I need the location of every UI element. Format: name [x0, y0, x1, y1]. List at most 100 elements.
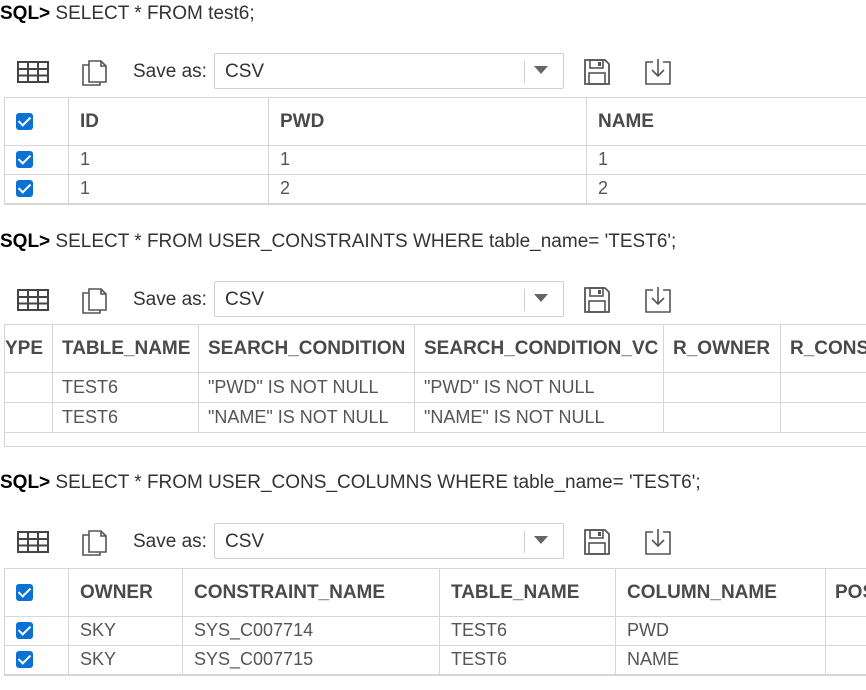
save-as-label: Save as:: [133, 289, 207, 310]
table-cell[interactable]: TEST6: [53, 372, 199, 402]
sql-text: SELECT * FROM USER_CONS_COLUMNS WHERE ta…: [50, 472, 701, 493]
format-select[interactable]: CSV: [214, 281, 564, 317]
table-cell[interactable]: [664, 402, 781, 432]
table-cell[interactable]: SYS_C007715: [183, 645, 440, 674]
select-divider: [524, 61, 525, 83]
table-cell[interactable]: "NAME" IS NOT NULL: [199, 402, 415, 432]
table-cell[interactable]: TEST6: [440, 645, 616, 674]
table-cell[interactable]: SYS_C007714: [183, 616, 440, 645]
row-select-cell[interactable]: [5, 174, 69, 203]
result-toolbar: Save as: CSV: [0, 523, 866, 561]
checkbox-checked-icon[interactable]: [16, 584, 33, 601]
checkbox-checked-icon[interactable]: [16, 651, 33, 668]
table-row[interactable]: TEST6 "NAME" IS NOT NULL "NAME" IS NOT N…: [5, 402, 866, 433]
checkbox-checked-icon[interactable]: [16, 113, 33, 130]
column-header[interactable]: SEARCH_CONDITION_VC: [415, 325, 664, 372]
column-header[interactable]: TABLE_NAME: [53, 325, 199, 372]
floppy-save-icon[interactable]: [580, 285, 614, 315]
table-cell[interactable]: "NAME" IS NOT NULL: [415, 402, 664, 432]
copy-icon[interactable]: [77, 527, 111, 557]
download-icon[interactable]: [641, 57, 675, 87]
table-grid-icon[interactable]: [16, 285, 50, 315]
format-select-value: CSV: [225, 61, 265, 82]
download-icon[interactable]: [641, 285, 675, 315]
table-cell[interactable]: [5, 372, 53, 402]
column-header[interactable]: NAME: [587, 98, 866, 145]
table-cell[interactable]: "PWD" IS NOT NULL: [199, 372, 415, 402]
sql-prompt: SQL>: [0, 472, 51, 493]
select-all-cell[interactable]: [5, 569, 69, 616]
table-row[interactable]: 1 1 1: [5, 145, 866, 175]
table-cell[interactable]: TEST6: [440, 616, 616, 645]
header-row: YPE TABLE_NAME SEARCH_CONDITION SEARCH_C…: [5, 325, 866, 373]
download-icon[interactable]: [641, 527, 675, 557]
select-divider: [524, 289, 525, 311]
column-header[interactable]: YPE: [5, 325, 53, 372]
table-cell[interactable]: 2: [269, 174, 587, 203]
format-select[interactable]: CSV: [214, 53, 564, 89]
table-cell[interactable]: [664, 372, 781, 402]
table-row[interactable]: SKY SYS_C007714 TEST6 PWD: [5, 616, 866, 646]
table-cell[interactable]: SKY: [69, 616, 183, 645]
row-select-cell[interactable]: [5, 616, 69, 645]
table-cell[interactable]: [826, 616, 866, 645]
header-row: OWNER CONSTRAINT_NAME TABLE_NAME COLUMN_…: [5, 569, 866, 617]
column-header[interactable]: CONSTRAINT_NAME: [183, 569, 440, 616]
column-header[interactable]: TABLE_NAME: [440, 569, 616, 616]
sql-statement-3: SQL> SELECT * FROM USER_CONS_COLUMNS WHE…: [0, 470, 701, 496]
column-header[interactable]: R_CONST: [781, 325, 866, 372]
table-cell[interactable]: 1: [269, 145, 587, 174]
sql-text: SELECT * FROM test6;: [50, 3, 255, 24]
table-cell[interactable]: 1: [69, 145, 269, 174]
column-header[interactable]: POS: [826, 569, 866, 616]
sql-prompt: SQL>: [0, 3, 51, 24]
sql-prompt: SQL>: [0, 231, 51, 252]
header-row: ID PWD NAME: [5, 98, 866, 146]
chevron-down-icon[interactable]: [534, 536, 548, 544]
table-cell[interactable]: "PWD" IS NOT NULL: [415, 372, 664, 402]
result-grid-1: ID PWD NAME 1 1 1 1 2 2: [4, 97, 866, 205]
chevron-down-icon[interactable]: [534, 66, 548, 74]
checkbox-checked-icon[interactable]: [16, 622, 33, 639]
copy-icon[interactable]: [77, 57, 111, 87]
table-grid-icon[interactable]: [16, 527, 50, 557]
format-select[interactable]: CSV: [214, 523, 564, 559]
column-header[interactable]: SEARCH_CONDITION: [199, 325, 415, 372]
result-grid-2: YPE TABLE_NAME SEARCH_CONDITION SEARCH_C…: [4, 324, 866, 447]
checkbox-checked-icon[interactable]: [16, 180, 33, 197]
table-cell[interactable]: NAME: [616, 645, 826, 674]
sql-statement-1: SQL> SELECT * FROM test6;: [0, 1, 255, 27]
table-cell[interactable]: 1: [587, 145, 866, 174]
column-header[interactable]: COLUMN_NAME: [616, 569, 826, 616]
floppy-save-icon[interactable]: [580, 57, 614, 87]
format-select-value: CSV: [225, 289, 265, 310]
table-cell[interactable]: [826, 645, 866, 674]
column-header[interactable]: PWD: [269, 98, 587, 145]
table-grid-icon[interactable]: [16, 57, 50, 87]
select-all-cell[interactable]: [5, 98, 69, 145]
table-row[interactable]: SKY SYS_C007715 TEST6 NAME: [5, 645, 866, 675]
chevron-down-icon[interactable]: [534, 294, 548, 302]
column-header[interactable]: OWNER: [69, 569, 183, 616]
table-cell[interactable]: 1: [69, 174, 269, 203]
table-cell[interactable]: 2: [587, 174, 866, 203]
checkbox-checked-icon[interactable]: [16, 151, 33, 168]
column-header[interactable]: ID: [69, 98, 269, 145]
table-cell[interactable]: [781, 402, 866, 432]
column-header[interactable]: R_OWNER: [664, 325, 781, 372]
result-toolbar: Save as: CSV: [0, 281, 866, 319]
copy-icon[interactable]: [77, 285, 111, 315]
table-cell[interactable]: [781, 372, 866, 402]
table-cell[interactable]: [5, 402, 53, 432]
result-toolbar: Save as: CSV: [0, 53, 866, 91]
table-row[interactable]: TEST6 "PWD" IS NOT NULL "PWD" IS NOT NUL…: [5, 372, 866, 403]
table-row[interactable]: 1 2 2: [5, 174, 866, 204]
row-select-cell[interactable]: [5, 145, 69, 174]
table-cell[interactable]: TEST6: [53, 402, 199, 432]
row-select-cell[interactable]: [5, 645, 69, 674]
table-cell[interactable]: PWD: [616, 616, 826, 645]
save-as-label: Save as:: [133, 531, 207, 552]
select-divider: [524, 531, 525, 553]
table-cell[interactable]: SKY: [69, 645, 183, 674]
floppy-save-icon[interactable]: [580, 527, 614, 557]
